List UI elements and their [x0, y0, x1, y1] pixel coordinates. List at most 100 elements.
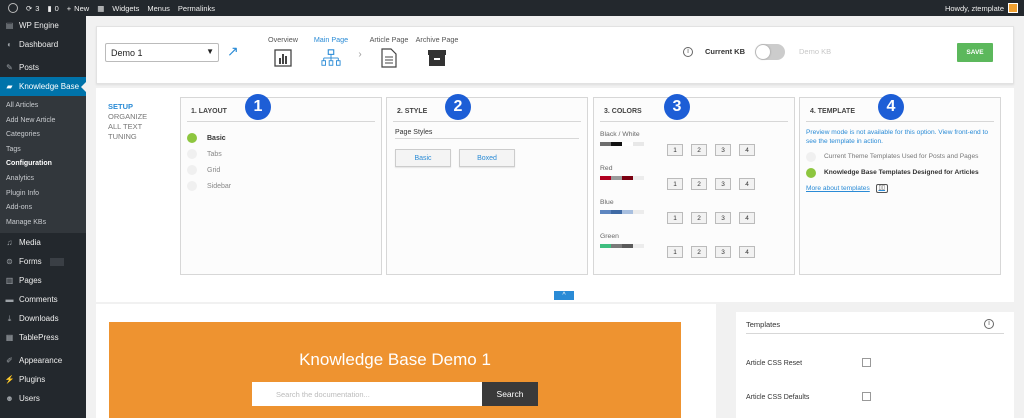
variant-2-button[interactable]: 2: [691, 246, 707, 258]
variant-4-button[interactable]: 4: [739, 144, 755, 156]
submenu-configuration[interactable]: Configuration: [0, 157, 86, 172]
nav-all-text[interactable]: ALL TEXT: [108, 122, 147, 132]
new-content-link[interactable]: + New: [67, 4, 89, 13]
config-left-nav: SETUP ORGANIZE ALL TEXT TUNING: [108, 102, 147, 142]
comments-link[interactable]: ▮ 0: [47, 4, 58, 13]
kb-title: Knowledge Base Demo 1: [299, 350, 491, 369]
template-card: 4 4. TEMPLATE Preview mode is not availa…: [799, 94, 1001, 275]
color-name: Blue: [600, 199, 614, 206]
sidebar-item-appearance[interactable]: ✐ Appearance: [0, 351, 86, 370]
variant-1-button[interactable]: 1: [667, 212, 683, 224]
article-css-reset-checkbox[interactable]: [862, 358, 871, 367]
sidebar-item-downloads[interactable]: ⤓ Downloads: [0, 309, 86, 328]
nav-setup[interactable]: SETUP: [108, 102, 147, 112]
step-badge: 2: [445, 94, 471, 120]
submenu-manage-kbs[interactable]: Manage KBs: [0, 216, 86, 231]
info-icon[interactable]: i: [984, 319, 994, 329]
theme-icon[interactable]: ▦: [97, 4, 104, 13]
kb-toggle[interactable]: [755, 44, 785, 60]
variant-2-button[interactable]: 2: [691, 144, 707, 156]
howdy-text: Howdy, ztemplate: [944, 3, 1004, 13]
option-label: Sidebar: [207, 182, 232, 190]
layout-option-grid[interactable]: Grid: [187, 162, 381, 178]
tab-main-page[interactable]: Main Page: [307, 35, 355, 69]
bar-chart-icon: [273, 47, 293, 69]
sidebar-item-posts[interactable]: ✎ Posts: [0, 58, 86, 77]
option-label: Basic: [207, 134, 226, 142]
variant-2-button[interactable]: 2: [691, 178, 707, 190]
link-text: More about templates: [806, 185, 870, 192]
plugin-icon: ⚡: [4, 375, 15, 385]
layout-option-tabs[interactable]: Tabs: [187, 146, 381, 162]
refresh-icon: ⟳: [26, 3, 33, 13]
panel-title: Templates: [746, 320, 781, 329]
more-about-templates-link[interactable]: More about templates ▯▯: [806, 184, 994, 193]
template-option-kb[interactable]: Knowledge Base Templates Designed for Ar…: [806, 168, 994, 178]
info-icon[interactable]: i: [683, 47, 693, 57]
color-swatch: [600, 244, 644, 248]
tab-archive-page[interactable]: Archive Page: [413, 35, 461, 69]
save-button[interactable]: SAVE: [957, 43, 993, 62]
card-title: 1. LAYOUT: [187, 98, 375, 122]
menus-link[interactable]: Menus: [147, 4, 170, 13]
layout-option-sidebar[interactable]: Sidebar: [187, 178, 381, 194]
variant-1-button[interactable]: 1: [667, 246, 683, 258]
updates-count: 3: [35, 3, 40, 13]
card-title: 2. STYLE: [393, 98, 581, 122]
tab-overview[interactable]: Overview: [259, 35, 307, 69]
nav-tuning[interactable]: TUNING: [108, 132, 147, 142]
setting-article-css-defaults: Article CSS Defaults: [746, 394, 810, 401]
sidebar-item-tablepress[interactable]: ▦ TablePress: [0, 328, 86, 347]
color-row-blue: Blue 1 2 3 4: [594, 199, 794, 233]
account-menu[interactable]: Howdy, ztemplate: [945, 0, 1018, 16]
tab-article-page[interactable]: Article Page: [365, 35, 413, 69]
card-title: 3. COLORS: [600, 98, 788, 122]
sidebar-item-pages[interactable]: ▥ Pages: [0, 271, 86, 290]
color-variant-buttons: 1 2 3 4: [667, 144, 755, 156]
article-css-defaults-checkbox[interactable]: [862, 392, 871, 401]
sidebar-item-wp-engine[interactable]: ▤ WP Engine: [0, 16, 86, 35]
variant-3-button[interactable]: 3: [715, 246, 731, 258]
variant-4-button[interactable]: 4: [739, 246, 755, 258]
users-icon: ☻: [5, 394, 14, 404]
kb-select-dropdown[interactable]: Demo 1 ▼: [105, 43, 219, 62]
variant-4-button[interactable]: 4: [739, 212, 755, 224]
sidebar-item-plugins[interactable]: ⚡ Plugins: [0, 370, 86, 389]
sidebar-item-forms[interactable]: ⊜ Forms: [0, 252, 86, 271]
variant-3-button[interactable]: 3: [715, 178, 731, 190]
variant-3-button[interactable]: 3: [715, 144, 731, 156]
layout-option-basic[interactable]: Basic: [187, 130, 381, 146]
style-boxed-button[interactable]: Boxed: [459, 149, 515, 167]
updates-link[interactable]: ⟳ 3: [26, 4, 39, 13]
variant-2-button[interactable]: 2: [691, 212, 707, 224]
sidebar-item-label: Appearance: [19, 356, 63, 366]
submenu-tags[interactable]: Tags: [0, 143, 86, 158]
external-link-icon[interactable]: ↗: [227, 43, 243, 59]
kb-search-button[interactable]: Search: [482, 382, 538, 406]
variant-1-button[interactable]: 1: [667, 178, 683, 190]
sidebar-item-users[interactable]: ☻ Users: [0, 389, 86, 408]
kb-preview: Knowledge Base Demo 1 Search the documen…: [96, 304, 716, 418]
widgets-link[interactable]: Widgets: [112, 4, 139, 13]
wordpress-logo-icon[interactable]: [8, 3, 18, 13]
sidebar-item-knowledge-base[interactable]: ▰ Knowledge Base: [0, 77, 86, 96]
submenu-plugin-info[interactable]: Plugin Info: [0, 187, 86, 202]
kb-select-value: Demo 1: [111, 48, 143, 58]
submenu-analytics[interactable]: Analytics: [0, 172, 86, 187]
sidebar-item-comments[interactable]: ▬ Comments: [0, 290, 86, 309]
submenu-all-articles[interactable]: All Articles: [0, 99, 86, 114]
variant-3-button[interactable]: 3: [715, 212, 731, 224]
submenu-add-new-article[interactable]: Add New Article: [0, 114, 86, 129]
kb-search-input[interactable]: Search the documentation...: [252, 382, 482, 406]
submenu-categories[interactable]: Categories: [0, 128, 86, 143]
nav-organize[interactable]: ORGANIZE: [108, 112, 147, 122]
collapse-panel-button[interactable]: ^: [554, 291, 574, 300]
variant-4-button[interactable]: 4: [739, 178, 755, 190]
style-basic-button[interactable]: Basic: [395, 149, 451, 167]
template-option-theme[interactable]: Current Theme Templates Used for Posts a…: [806, 152, 994, 162]
permalinks-link[interactable]: Permalinks: [178, 4, 215, 13]
sidebar-item-dashboard[interactable]: ◐ Dashboard: [0, 35, 86, 54]
submenu-add-ons[interactable]: Add-ons: [0, 201, 86, 216]
sidebar-item-media[interactable]: ♫ Media: [0, 233, 86, 252]
variant-1-button[interactable]: 1: [667, 144, 683, 156]
